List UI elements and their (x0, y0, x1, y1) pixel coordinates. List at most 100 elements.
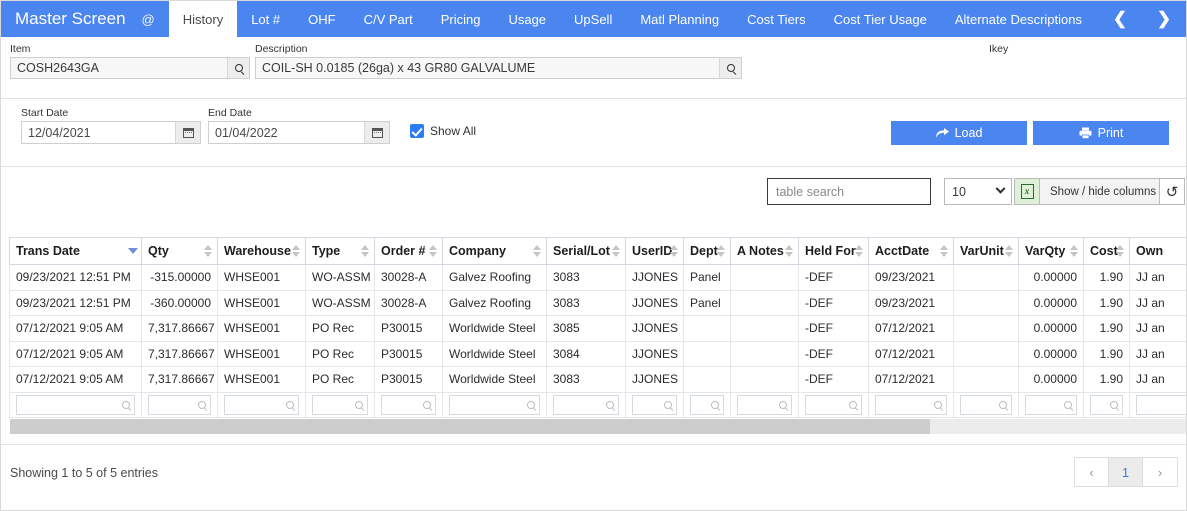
cell-qty: 7,317.86667 (141, 316, 217, 342)
sort-icon[interactable] (717, 244, 726, 258)
column-filter-input-warehouse[interactable] (224, 394, 299, 415)
sort-desc-icon[interactable] (128, 244, 138, 258)
tab-pricing[interactable]: Pricing (427, 1, 495, 37)
column-header-cost[interactable]: Cost (1083, 237, 1129, 265)
tab-ohf[interactable]: OHF (294, 1, 349, 37)
column-header-qty[interactable]: Qty (141, 237, 217, 265)
table-row[interactable]: 09/23/2021 12:51 PM -315.00000 WHSE001 WO-A… (9, 265, 1186, 291)
tab-prev-icon[interactable]: ❮ (1098, 1, 1142, 37)
tab-c-v-part[interactable]: C/V Part (350, 1, 427, 37)
sort-icon[interactable] (940, 244, 949, 258)
sort-icon[interactable] (292, 244, 301, 258)
table-row[interactable]: 07/12/2021 9:05 AM 7,317.86667 WHSE001 PO R… (9, 367, 1186, 393)
column-header-label: Order # (381, 244, 426, 258)
sort-icon[interactable] (204, 244, 213, 258)
cell-varqty: 0.00000 (1018, 341, 1083, 367)
cell-qty: -360.00000 (141, 290, 217, 316)
cell-serial-lot: 3083 (546, 367, 625, 393)
item-search-button[interactable] (227, 58, 249, 78)
load-button[interactable]: Load (891, 121, 1027, 145)
column-header-company[interactable]: Company (442, 237, 546, 265)
column-filter-input-userid[interactable] (632, 394, 677, 415)
column-filter-input-company[interactable] (449, 394, 540, 415)
cell-varunit (953, 367, 1018, 393)
tab-lot[interactable]: Lot # (237, 1, 294, 37)
end-date-calendar-button[interactable] (364, 122, 389, 143)
column-filter-input-qty[interactable] (148, 394, 211, 415)
column-header-warehouse[interactable]: Warehouse (217, 237, 305, 265)
tab-matl-planning[interactable]: Matl Planning (626, 1, 733, 37)
cell-serial-lot: 3083 (546, 290, 625, 316)
scrollbar-thumb[interactable] (10, 419, 930, 434)
column-filter-input-dept[interactable] (690, 394, 724, 415)
tab-bar: Master Screen @ History Lot # OHF C/V Part P… (1, 1, 1186, 37)
show-all-checkbox[interactable]: Show All (410, 124, 476, 138)
tab-alternate-descriptions[interactable]: Alternate Descriptions (941, 1, 1096, 37)
tab-upsell[interactable]: UpSell (560, 1, 626, 37)
sort-icon[interactable] (785, 244, 794, 258)
column-header-label: UserID (632, 244, 673, 258)
table-search-input[interactable]: table search (767, 178, 931, 205)
description-search-button[interactable] (719, 58, 741, 78)
column-filter-input-serial-lot[interactable] (553, 394, 619, 415)
pagination-prev[interactable]: ‹ (1075, 458, 1109, 486)
pagination-next[interactable]: › (1143, 458, 1177, 486)
column-filter-input-order[interactable] (381, 394, 436, 415)
column-filter-input-own[interactable] (1136, 394, 1186, 415)
tab-next-icon[interactable]: ❯ (1142, 1, 1186, 37)
item-label: Item (10, 43, 31, 55)
table-row[interactable]: 07/12/2021 9:05 AM 7,317.86667 WHSE001 PO R… (9, 316, 1186, 342)
item-input[interactable]: COSH2643GA (10, 57, 250, 79)
tab-cost-tiers[interactable]: Cost Tiers (733, 1, 820, 37)
excel-export-button[interactable]: x (1014, 178, 1040, 205)
table-horizontal-scrollbar[interactable] (10, 419, 1186, 434)
column-header-serial-lot[interactable]: Serial/Lot (546, 237, 625, 265)
sort-icon[interactable] (1070, 244, 1079, 258)
description-input[interactable]: COIL-SH 0.0185 (26ga) x 43 GR80 GALVALUM… (255, 57, 742, 79)
column-filter-input-varqty[interactable] (1025, 394, 1077, 415)
column-filter-input-acctdate[interactable] (875, 394, 947, 415)
end-date-input[interactable]: 01/04/2022 (208, 121, 390, 144)
column-header-varqty[interactable]: VarQty (1018, 237, 1083, 265)
column-header-varunit[interactable]: VarUnit (953, 237, 1018, 265)
column-filter-input-a-notes[interactable] (737, 394, 792, 415)
column-filter-input-varunit[interactable] (960, 394, 1012, 415)
sort-icon[interactable] (855, 244, 864, 258)
sort-icon[interactable] (361, 244, 370, 258)
sort-icon[interactable] (533, 244, 542, 258)
column-header-own[interactable]: Own (1129, 237, 1186, 265)
column-filter-input-cost[interactable] (1090, 394, 1123, 415)
column-header-acctdate[interactable]: AcctDate (868, 237, 953, 265)
column-header-userid[interactable]: UserID (625, 237, 683, 265)
search-icon (779, 400, 787, 409)
tab-usage[interactable]: Usage (494, 1, 560, 37)
show-hide-columns-button[interactable]: Show / hide columns (1040, 178, 1168, 205)
print-button[interactable]: Print (1033, 121, 1169, 145)
column-header-a-notes[interactable]: A Notes (730, 237, 798, 265)
tab-history[interactable]: History (168, 1, 238, 37)
column-header-dept[interactable]: Dept (683, 237, 730, 265)
app-brand: Master Screen @ (1, 1, 169, 37)
column-header-type[interactable]: Type (305, 237, 374, 265)
column-header-trans-date[interactable]: Trans Date (9, 237, 141, 265)
pagination-page-1[interactable]: 1 (1109, 458, 1143, 486)
data-table-container[interactable]: Trans Date Qty Warehouse Type Order # Company… (9, 237, 1186, 418)
sort-icon[interactable] (429, 244, 438, 258)
start-date-input[interactable]: 12/04/2021 (21, 121, 201, 144)
at-icon[interactable]: @ (142, 12, 155, 27)
table-row[interactable]: 07/12/2021 9:05 AM 7,317.86667 WHSE001 PO R… (9, 341, 1186, 367)
sort-icon[interactable] (612, 244, 621, 258)
column-filter-input-held-for[interactable] (805, 394, 862, 415)
column-filter-input-type[interactable] (312, 394, 368, 415)
column-header-held-for[interactable]: Held For (798, 237, 868, 265)
sort-icon[interactable] (670, 244, 679, 258)
tab-cost-tier-usage[interactable]: Cost Tier Usage (820, 1, 941, 37)
start-date-calendar-button[interactable] (175, 122, 200, 143)
refresh-button[interactable]: ↺ (1159, 178, 1185, 205)
column-header-order[interactable]: Order # (374, 237, 442, 265)
page-length-select[interactable]: 10 (944, 178, 1012, 205)
column-filter-input-trans-date[interactable] (16, 394, 135, 415)
sort-icon[interactable] (1116, 244, 1125, 258)
table-row[interactable]: 09/23/2021 12:51 PM -360.00000 WHSE001 WO-A… (9, 290, 1186, 316)
sort-icon[interactable] (1005, 244, 1014, 258)
